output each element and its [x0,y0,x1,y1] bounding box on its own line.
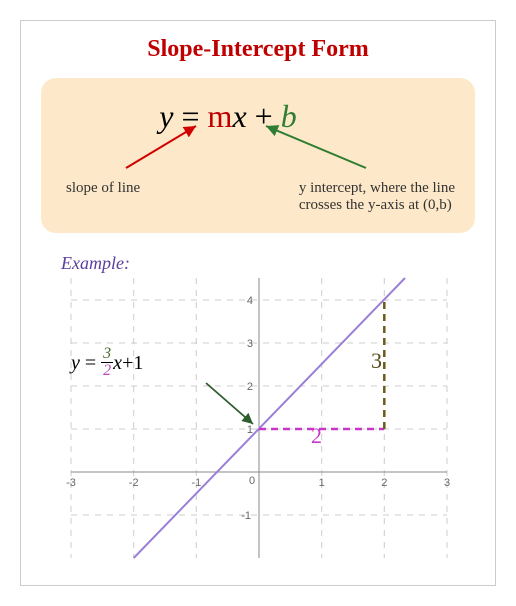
page-title: Slope-Intercept Form [41,36,475,63]
ex-plus: + [122,352,133,374]
svg-text:2: 2 [247,381,253,393]
slope-annotation: slope of line [66,180,140,214]
ex-num: 3 [103,345,111,362]
intercept-line1: y intercept, where the line [299,180,455,196]
formula-box: y = mx + b slope of line y intercept, wh… [41,78,475,233]
main-equation: y = mx + b [1,98,455,135]
ex-eq: = [80,352,101,374]
ex-fraction: 32 [101,346,113,379]
svg-text:-1: -1 [241,510,251,522]
annotation-row: slope of line y intercept, where the lin… [61,180,455,214]
svg-text:-1: -1 [191,477,201,489]
rise-label: 3 [371,348,382,374]
intercept-line2: crosses the y-axis at (0,b) [299,197,452,213]
ex-den: 2 [103,362,111,379]
svg-text:2: 2 [381,477,387,489]
eq-y: y [159,98,173,134]
example-equation: y = 32x+1 [71,348,143,381]
ex-x: x [113,352,122,374]
ex-c: 1 [133,352,143,374]
eq-b: b [281,98,297,134]
intercept-annotation: y intercept, where the line crosses the … [299,180,455,214]
svg-text:4: 4 [247,295,253,307]
svg-text:3: 3 [247,338,253,350]
svg-text:-2: -2 [129,477,139,489]
axis-ticks: -3 -2 -1 0 1 2 3 -1 1 2 3 4 [66,295,450,522]
ex-y: y [71,352,80,374]
eq-m: m [208,98,233,134]
function-line [134,278,405,558]
run-label: 2 [311,423,322,449]
svg-text:-3: -3 [66,477,76,489]
svg-text:3: 3 [444,477,450,489]
graph-area: Example: -3 -2 [41,253,475,563]
eq-plus: + [247,98,281,134]
eq-x: x [232,98,246,134]
eq-equals: = [174,98,208,134]
svg-text:0: 0 [249,475,255,487]
svg-text:1: 1 [247,424,253,436]
graph-plot: -3 -2 -1 0 1 2 3 -1 1 2 3 4 [41,268,477,568]
svg-text:1: 1 [319,477,325,489]
diagram-container: Slope-Intercept Form y = mx + b slope of… [20,20,496,586]
